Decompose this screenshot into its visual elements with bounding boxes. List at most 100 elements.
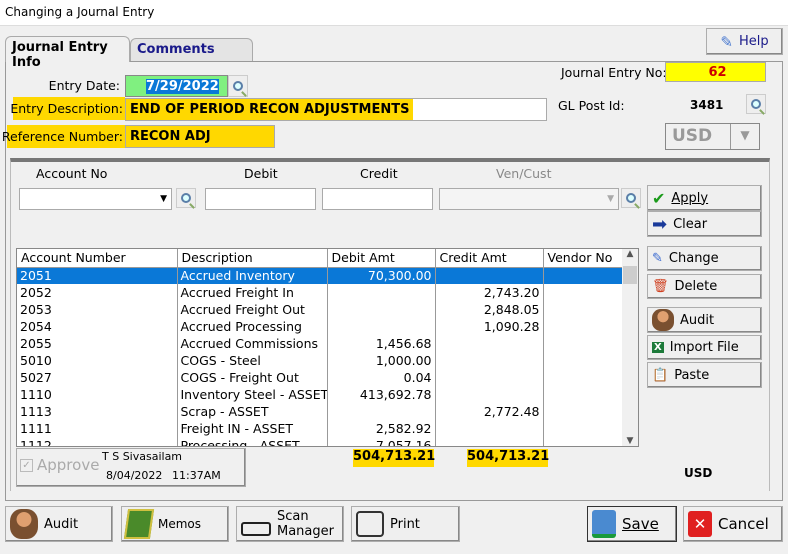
table-cell: Processing - ASSET bbox=[177, 437, 328, 446]
table-row[interactable]: 1113 Scrap - ASSET 2,772.48 bbox=[17, 403, 624, 420]
table-cell: 0.04 bbox=[327, 369, 436, 386]
table-cell: 2055 bbox=[17, 335, 178, 352]
table-cell: Scrap - ASSET bbox=[177, 403, 328, 420]
reference-number-field[interactable]: RECON ADJ bbox=[125, 125, 275, 148]
approve-checkbox[interactable]: ✓ Approve bbox=[20, 456, 99, 474]
delete-label: Delete bbox=[674, 279, 718, 294]
table-cell: 2,772.48 bbox=[435, 403, 544, 420]
delete-button[interactable]: 🗑 Delete bbox=[647, 274, 762, 299]
vencust-lookup-icon[interactable] bbox=[621, 188, 641, 208]
table-cell bbox=[543, 386, 624, 403]
checkmark-icon: ✔ bbox=[652, 188, 666, 208]
apply-label: Apply bbox=[671, 190, 709, 206]
footer-currency: USD bbox=[684, 466, 713, 480]
table-row[interactable]: 1110 Inventory Steel - ASSET 413,692.78 bbox=[17, 386, 624, 403]
save-button[interactable]: Save bbox=[587, 506, 677, 542]
table-cell: 1113 bbox=[17, 403, 178, 420]
col-vendor-no[interactable]: Vendor No bbox=[543, 249, 624, 268]
table-cell: 2052 bbox=[17, 284, 178, 301]
entry-description-label: Entry Description: bbox=[10, 101, 123, 116]
table-row[interactable]: 1112 Processing - ASSET 7,057.16 bbox=[17, 437, 624, 446]
table-cell: 2,848.05 bbox=[435, 301, 544, 318]
paste-button[interactable]: 📋 Paste bbox=[647, 362, 762, 388]
table-row[interactable]: 2051 Accrued Inventory 70,300.00 bbox=[17, 267, 624, 284]
table-cell: Accrued Commissions bbox=[177, 335, 328, 352]
currency-select[interactable]: USD ▼ bbox=[665, 123, 760, 150]
table-row[interactable]: 2054 Accrued Processing 1,090.28 bbox=[17, 318, 624, 335]
memos-button[interactable]: Memos bbox=[121, 506, 229, 542]
window-title: Changing a Journal Entry bbox=[5, 5, 155, 19]
total-debit: 504,713.21 bbox=[353, 449, 435, 467]
change-button[interactable]: ✎ Change bbox=[647, 246, 762, 271]
help-button[interactable]: ✎ Help bbox=[706, 28, 783, 55]
table-cell: Freight IN - ASSET bbox=[177, 420, 328, 437]
print-button[interactable]: Print bbox=[351, 506, 460, 542]
debit-input[interactable] bbox=[205, 188, 316, 210]
paste-label: Paste bbox=[674, 367, 710, 383]
table-row[interactable]: 2052 Accrued Freight In 2,743.20 bbox=[17, 284, 624, 301]
table-row[interactable]: 2055 Accrued Commissions 1,456.68 bbox=[17, 335, 624, 352]
credit-input[interactable] bbox=[322, 188, 433, 210]
table-row[interactable]: 5010 COGS - Steel 1,000.00 bbox=[17, 352, 624, 369]
table-cell: Inventory Steel - ASSET bbox=[177, 386, 328, 403]
table-cell bbox=[327, 403, 436, 420]
checkbox-checked-icon: ✓ bbox=[20, 458, 33, 472]
cancel-x-icon: ✕ bbox=[688, 511, 712, 537]
audit-side-button[interactable]: Audit bbox=[647, 307, 762, 333]
table-cell: 413,692.78 bbox=[327, 386, 436, 403]
clear-label: Clear bbox=[673, 216, 708, 232]
table-cell bbox=[435, 369, 544, 386]
entries-grid[interactable]: Account Number Description Debit Amt Cre… bbox=[16, 248, 639, 447]
auditor-icon bbox=[10, 509, 38, 539]
import-file-button[interactable]: X Import File bbox=[647, 335, 762, 360]
gl-post-id-value: 3481 bbox=[690, 98, 724, 112]
table-row[interactable]: 2053 Accrued Freight Out 2,848.05 bbox=[17, 301, 624, 318]
grid-header-row: Account Number Description Debit Amt Cre… bbox=[17, 249, 624, 268]
tab-journal-entry-info[interactable]: Journal Entry Info bbox=[5, 36, 130, 70]
table-cell bbox=[435, 420, 544, 437]
reference-number-label: Reference Number: bbox=[1, 129, 123, 144]
help-label: Help bbox=[738, 34, 769, 49]
cancel-button[interactable]: ✕ Cancel bbox=[683, 506, 783, 542]
scroll-down-icon[interactable]: ▼ bbox=[622, 436, 638, 446]
table-cell: 5010 bbox=[17, 352, 178, 369]
table-cell: 1111 bbox=[17, 420, 178, 437]
tab-comments[interactable]: Comments bbox=[130, 38, 253, 61]
apply-button[interactable]: ✔ Apply bbox=[647, 185, 762, 211]
grid-scrollbar[interactable]: ▲ ▼ bbox=[622, 249, 638, 446]
table-cell: 1,456.68 bbox=[327, 335, 436, 352]
gl-post-id-label: GL Post Id: bbox=[558, 98, 625, 113]
account-lookup-icon[interactable] bbox=[176, 188, 196, 208]
scan-manager-button[interactable]: Scan Manager bbox=[236, 506, 344, 542]
print-label: Print bbox=[390, 516, 420, 532]
scroll-up-icon[interactable]: ▲ bbox=[622, 249, 638, 266]
table-cell: Accrued Processing bbox=[177, 318, 328, 335]
help-book-icon: ✎ bbox=[720, 32, 733, 51]
col-description[interactable]: Description bbox=[177, 249, 328, 268]
table-cell: 2,582.92 bbox=[327, 420, 436, 437]
table-cell: 70,300.00 bbox=[327, 267, 436, 284]
entry-date-lookup-icon[interactable] bbox=[228, 75, 248, 97]
clear-button[interactable]: ➡ Clear bbox=[647, 211, 762, 237]
col-debit-amt[interactable]: Debit Amt bbox=[327, 249, 436, 268]
table-cell bbox=[543, 352, 624, 369]
audit-button[interactable]: Audit bbox=[5, 506, 113, 542]
gl-post-lookup-icon[interactable] bbox=[746, 94, 766, 114]
vencust-combo[interactable]: ▼ bbox=[439, 188, 619, 210]
scanner-icon bbox=[241, 522, 271, 536]
table-cell bbox=[327, 318, 436, 335]
col-credit-amt[interactable]: Credit Amt bbox=[435, 249, 544, 268]
entry-description-field[interactable]: END OF PERIOD RECON ADJUSTMENTS bbox=[125, 98, 547, 121]
account-no-combo[interactable]: ▼ bbox=[19, 188, 172, 210]
table-row[interactable]: 5027 COGS - Freight Out 0.04 bbox=[17, 369, 624, 386]
entry-date-field[interactable]: 7/29/2022 bbox=[125, 75, 228, 97]
scroll-thumb[interactable] bbox=[623, 266, 637, 284]
table-cell bbox=[543, 420, 624, 437]
table-cell bbox=[435, 386, 544, 403]
col-account-number[interactable]: Account Number bbox=[17, 249, 178, 268]
debit-header: Debit bbox=[244, 166, 278, 181]
table-cell bbox=[435, 437, 544, 446]
table-row[interactable]: 1111 Freight IN - ASSET 2,582.92 bbox=[17, 420, 624, 437]
clipboard-icon: 📋 bbox=[652, 367, 669, 383]
table-cell bbox=[543, 403, 624, 420]
